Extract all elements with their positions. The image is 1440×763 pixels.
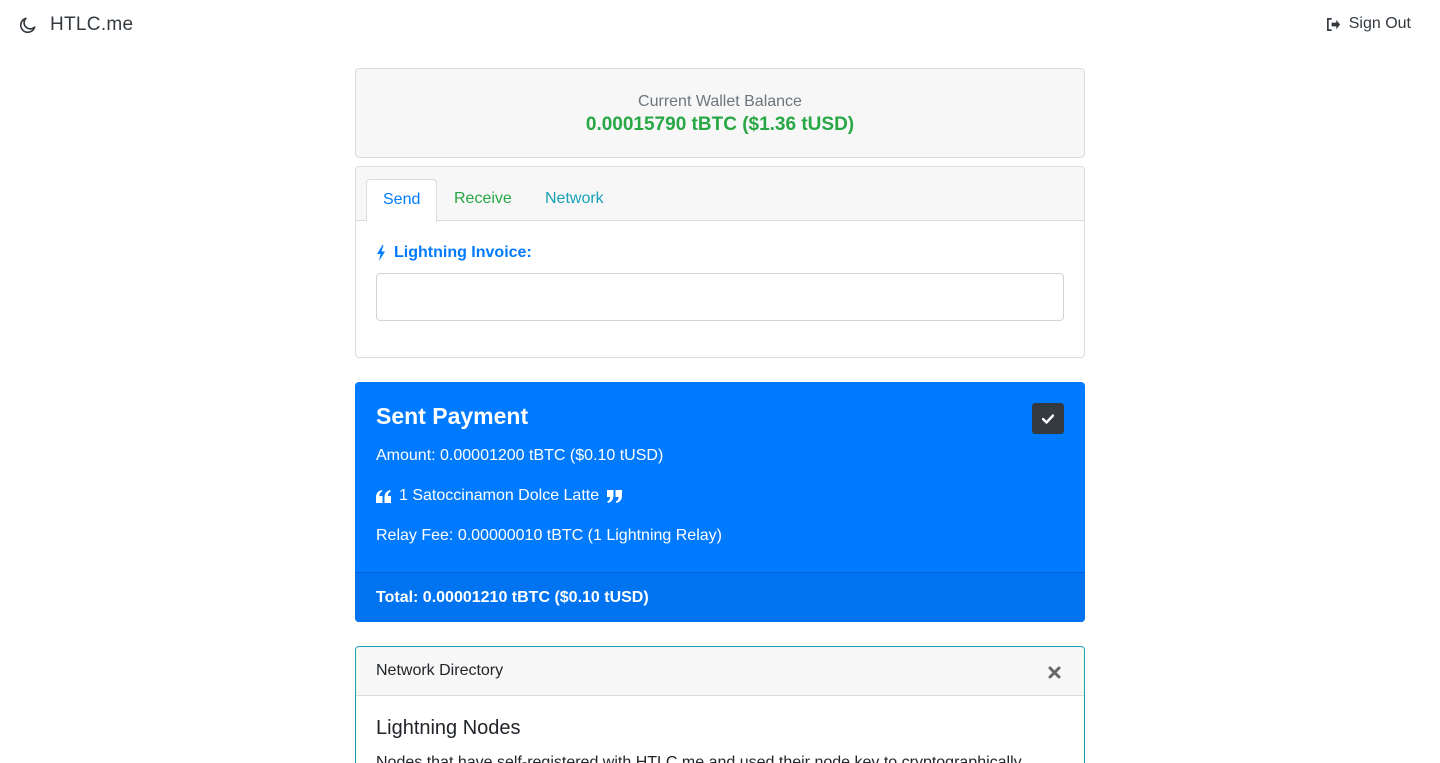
network-directory-header: Network Directory <box>356 647 1084 696</box>
tabs-header: Send Receive Network <box>356 167 1084 222</box>
moon-icon <box>19 17 36 34</box>
close-network-button[interactable] <box>1046 664 1062 680</box>
lightning-nodes-description: Nodes that have self-registered with HTL… <box>376 754 1022 763</box>
dismiss-payment-button[interactable] <box>1032 403 1064 434</box>
wallet-actions-card: Send Receive Network Lightning Invoice: <box>355 166 1085 358</box>
invoice-label-text: Lightning Invoice: <box>394 244 532 261</box>
brand-link[interactable]: HTLC.me <box>18 14 133 36</box>
payment-footer: Total: 0.00001210 tBTC ($0.10 tUSD) <box>355 572 1085 622</box>
bolt-icon <box>377 245 385 261</box>
quote-left-icon <box>376 489 391 503</box>
close-icon <box>1048 666 1060 678</box>
payment-amount: Amount: 0.00001200 tBTC ($0.10 tUSD) <box>376 447 664 464</box>
brand-name: HTLC.me <box>50 14 134 35</box>
payment-title: Sent Payment <box>376 403 529 429</box>
check-icon <box>1042 413 1054 424</box>
balance-value: 0.00015790 tBTC ($1.36 tUSD) <box>585 114 855 135</box>
tab-network[interactable]: Network <box>529 179 620 221</box>
sign-out-label: Sign Out <box>1348 15 1411 32</box>
network-directory-card: Network Directory Lightning Nodes Nodes … <box>355 646 1085 763</box>
sent-payment-card: Sent Payment Amount: 0.00001200 tBTC ($0… <box>355 382 1085 622</box>
payment-total: Total: 0.00001210 tBTC ($0.10 tUSD) <box>376 589 649 606</box>
network-directory-title: Network Directory <box>376 662 504 679</box>
sign-out-button[interactable]: Sign Out <box>1326 15 1411 33</box>
balance-label: Current Wallet Balance <box>638 93 802 110</box>
lightning-invoice-input[interactable] <box>376 273 1064 321</box>
payment-relay-fee: Relay Fee: 0.00000010 tBTC (1 Lightning … <box>376 527 722 544</box>
invoice-label: Lightning Invoice: <box>376 244 532 262</box>
payment-memo: 1 Satoccinamon Dolce Latte <box>376 487 623 505</box>
tab-receive[interactable]: Receive <box>438 179 528 221</box>
tab-send[interactable]: Send <box>366 179 438 222</box>
top-navbar: HTLC.me Sign Out <box>0 0 1440 52</box>
lightning-nodes-heading: Lightning Nodes <box>376 717 521 739</box>
sign-out-icon <box>1326 17 1340 31</box>
payment-memo-text: 1 Satoccinamon Dolce Latte <box>399 487 600 504</box>
quote-right-icon <box>607 489 623 503</box>
wallet-balance-card: Current Wallet Balance 0.00015790 tBTC (… <box>355 68 1085 158</box>
